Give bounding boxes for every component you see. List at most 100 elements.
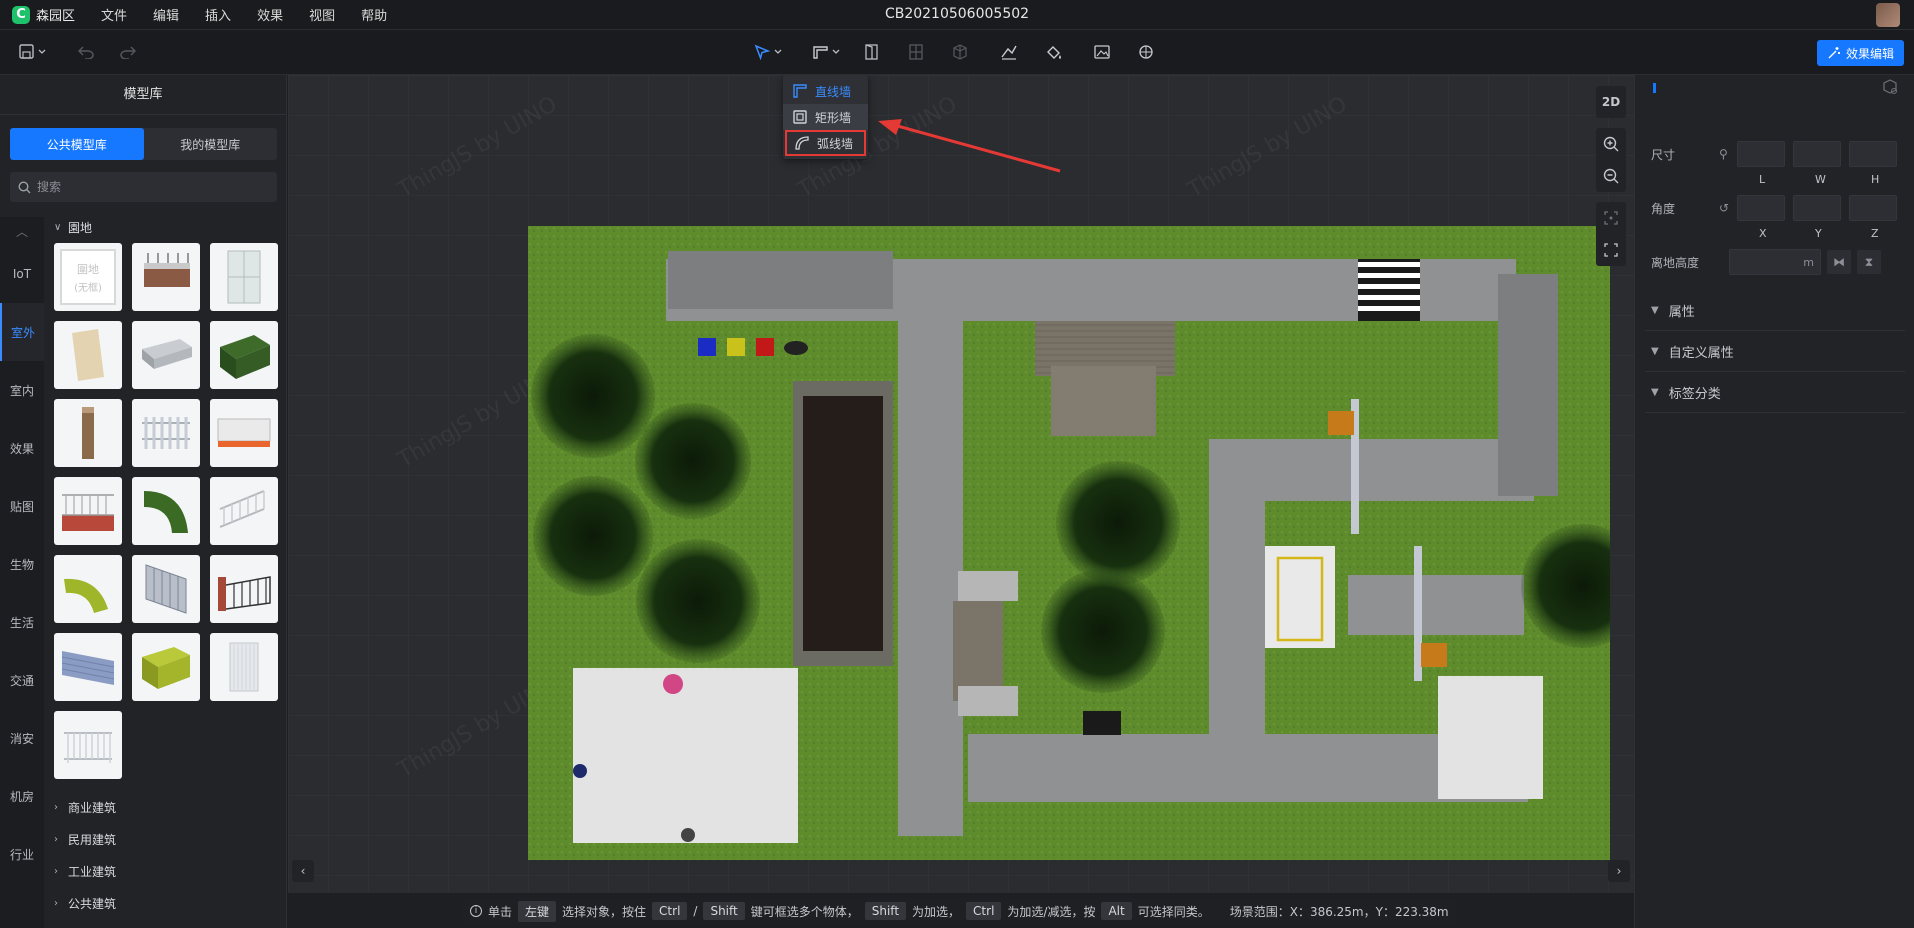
model-thumb[interactable] xyxy=(132,243,200,311)
model-thumb[interactable] xyxy=(210,399,278,467)
size-w-input[interactable] xyxy=(1793,141,1841,167)
model-thumb[interactable] xyxy=(132,477,200,545)
model-thumb[interactable] xyxy=(210,555,278,623)
wall-tool-button[interactable] xyxy=(810,40,844,64)
scene-canvas[interactable]: ThingJS by UINO ThingJS by UINO ThingJS … xyxy=(288,75,1634,893)
search-input[interactable] xyxy=(37,180,257,194)
save-menu-button[interactable] xyxy=(16,40,50,64)
menu-item-label: 直线墙 xyxy=(815,84,852,99)
angle-y-input[interactable] xyxy=(1793,195,1841,221)
menu-item-rectangle-wall[interactable]: 矩形墙 xyxy=(783,104,868,130)
category-industry[interactable]: 行业 xyxy=(0,825,44,883)
railing-icon xyxy=(219,490,265,528)
mirror-vertical-button[interactable]: ⧗ xyxy=(1857,250,1881,274)
category-indoor[interactable]: 室内 xyxy=(0,361,44,419)
menu-insert[interactable]: 插入 xyxy=(205,5,231,24)
angle-z-input[interactable] xyxy=(1849,195,1897,221)
section-properties[interactable]: ▼ 属性 xyxy=(1645,291,1905,331)
menu-file[interactable]: 文件 xyxy=(101,5,127,24)
model-thumb[interactable] xyxy=(54,633,122,701)
image-tool-button[interactable] xyxy=(1092,40,1112,64)
paint-tool-button[interactable] xyxy=(1043,40,1065,64)
effect-edit-button[interactable]: 效果编辑 xyxy=(1816,40,1904,66)
section-tag-category[interactable]: ▼ 标签分类 xyxy=(1645,373,1905,413)
model-thumb[interactable] xyxy=(54,555,122,623)
redo-button[interactable] xyxy=(118,40,138,64)
angle-x-input[interactable] xyxy=(1737,195,1785,221)
zoom-in-button[interactable] xyxy=(1596,128,1626,160)
model-thumb[interactable] xyxy=(54,711,122,779)
category-texture[interactable]: 贴图 xyxy=(0,477,44,535)
triangle-down-icon: ▼ xyxy=(1651,305,1659,316)
key-badge: Alt xyxy=(1101,902,1132,920)
yellow-hedge-box-icon xyxy=(142,647,190,689)
tree-group-residential[interactable]: › 民用建筑 xyxy=(54,823,284,855)
model-thumb[interactable] xyxy=(132,399,200,467)
fullscreen-button[interactable] xyxy=(1596,234,1626,266)
concrete-block-icon xyxy=(142,339,192,369)
door-icon xyxy=(865,44,878,60)
road-right-mid xyxy=(1348,575,1524,635)
model-thumb[interactable] xyxy=(54,477,122,545)
section-custom-properties[interactable]: ▼ 自定义属性 xyxy=(1645,332,1905,372)
model-thumb[interactable] xyxy=(54,399,122,467)
mirror-horizontal-button[interactable]: ⧓ xyxy=(1827,250,1851,274)
menu-effect[interactable]: 效果 xyxy=(257,5,283,24)
metal-railing-icon xyxy=(64,732,112,763)
category-effect[interactable]: 效果 xyxy=(0,419,44,477)
cube-tool-button[interactable] xyxy=(950,40,970,64)
menu-edit[interactable]: 编辑 xyxy=(153,5,179,24)
menu-bar: C 森园区 文件 编辑 插入 效果 视图 帮助 CB20210506005502 xyxy=(0,0,1914,30)
tree-group-public[interactable]: › 公共建筑 xyxy=(54,887,284,919)
category-iot[interactable]: IoT xyxy=(0,245,44,303)
window-tool-button[interactable] xyxy=(906,40,926,64)
model-thumb[interactable] xyxy=(210,243,278,311)
model-thumb[interactable] xyxy=(54,321,122,389)
road-right-left xyxy=(1209,439,1265,769)
scroll-up-icon[interactable]: ︿ xyxy=(0,217,44,245)
model-tool-button[interactable] xyxy=(1135,40,1157,64)
zoom-out-button[interactable] xyxy=(1596,160,1626,192)
tree-group-industrial[interactable]: › 工业建筑 xyxy=(54,855,284,887)
tree-group-garden[interactable]: ∨ 園地 xyxy=(54,217,284,237)
lock-icon[interactable]: ⚲ xyxy=(1719,147,1729,161)
category-machine-room[interactable]: 机房 xyxy=(0,767,44,825)
menu-item-arc-wall[interactable]: 弧线墙 xyxy=(785,130,866,156)
ground-height-input[interactable]: m xyxy=(1729,249,1821,275)
chevron-right-icon: › xyxy=(54,865,58,877)
model-thumb[interactable] xyxy=(210,633,278,701)
collapse-right-button[interactable]: › xyxy=(1608,860,1630,882)
category-traffic[interactable]: 交通 xyxy=(0,651,44,709)
size-h-input[interactable] xyxy=(1849,141,1897,167)
category-security[interactable]: 消安 xyxy=(0,709,44,767)
model-thumb[interactable] xyxy=(210,477,278,545)
category-life[interactable]: 生活 xyxy=(0,593,44,651)
user-avatar[interactable] xyxy=(1876,3,1900,27)
menu-item-label: 矩形墙 xyxy=(815,110,852,125)
menu-item-straight-wall[interactable]: 直线墙 xyxy=(783,78,868,104)
measure-tool-button[interactable] xyxy=(998,40,1020,64)
tab-my-library[interactable]: 我的模型库 xyxy=(144,128,278,160)
category-creature[interactable]: 生物 xyxy=(0,535,44,593)
model-thumb[interactable] xyxy=(210,321,278,389)
view-mode-2d-button[interactable]: 2D xyxy=(1596,86,1626,118)
select-tool-button[interactable] xyxy=(752,40,786,64)
collapse-left-button[interactable]: ‹ xyxy=(292,860,314,882)
door-tool-button[interactable] xyxy=(862,40,882,64)
size-l-input[interactable] xyxy=(1737,141,1785,167)
tab-public-library[interactable]: 公共模型库 xyxy=(10,128,144,160)
status-text: 选择对象，按住 xyxy=(562,904,647,919)
focus-button[interactable] xyxy=(1596,202,1626,234)
model-thumb[interactable] xyxy=(132,555,200,623)
undo-button[interactable] xyxy=(76,40,96,64)
model-thumb[interactable] xyxy=(132,321,200,389)
rotate-icon[interactable]: ↺ xyxy=(1719,201,1729,215)
tree-group-commercial[interactable]: › 商业建筑 xyxy=(54,791,284,823)
model-thumb[interactable] xyxy=(132,633,200,701)
menu-help[interactable]: 帮助 xyxy=(361,5,387,24)
model-thumb[interactable]: 圍地 (无框) xyxy=(54,243,122,311)
category-outdoor[interactable]: 室外 xyxy=(0,303,44,361)
park-scene-map[interactable] xyxy=(528,226,1610,860)
settings-cube-icon[interactable] xyxy=(1882,79,1898,95)
menu-view[interactable]: 视图 xyxy=(309,5,335,24)
